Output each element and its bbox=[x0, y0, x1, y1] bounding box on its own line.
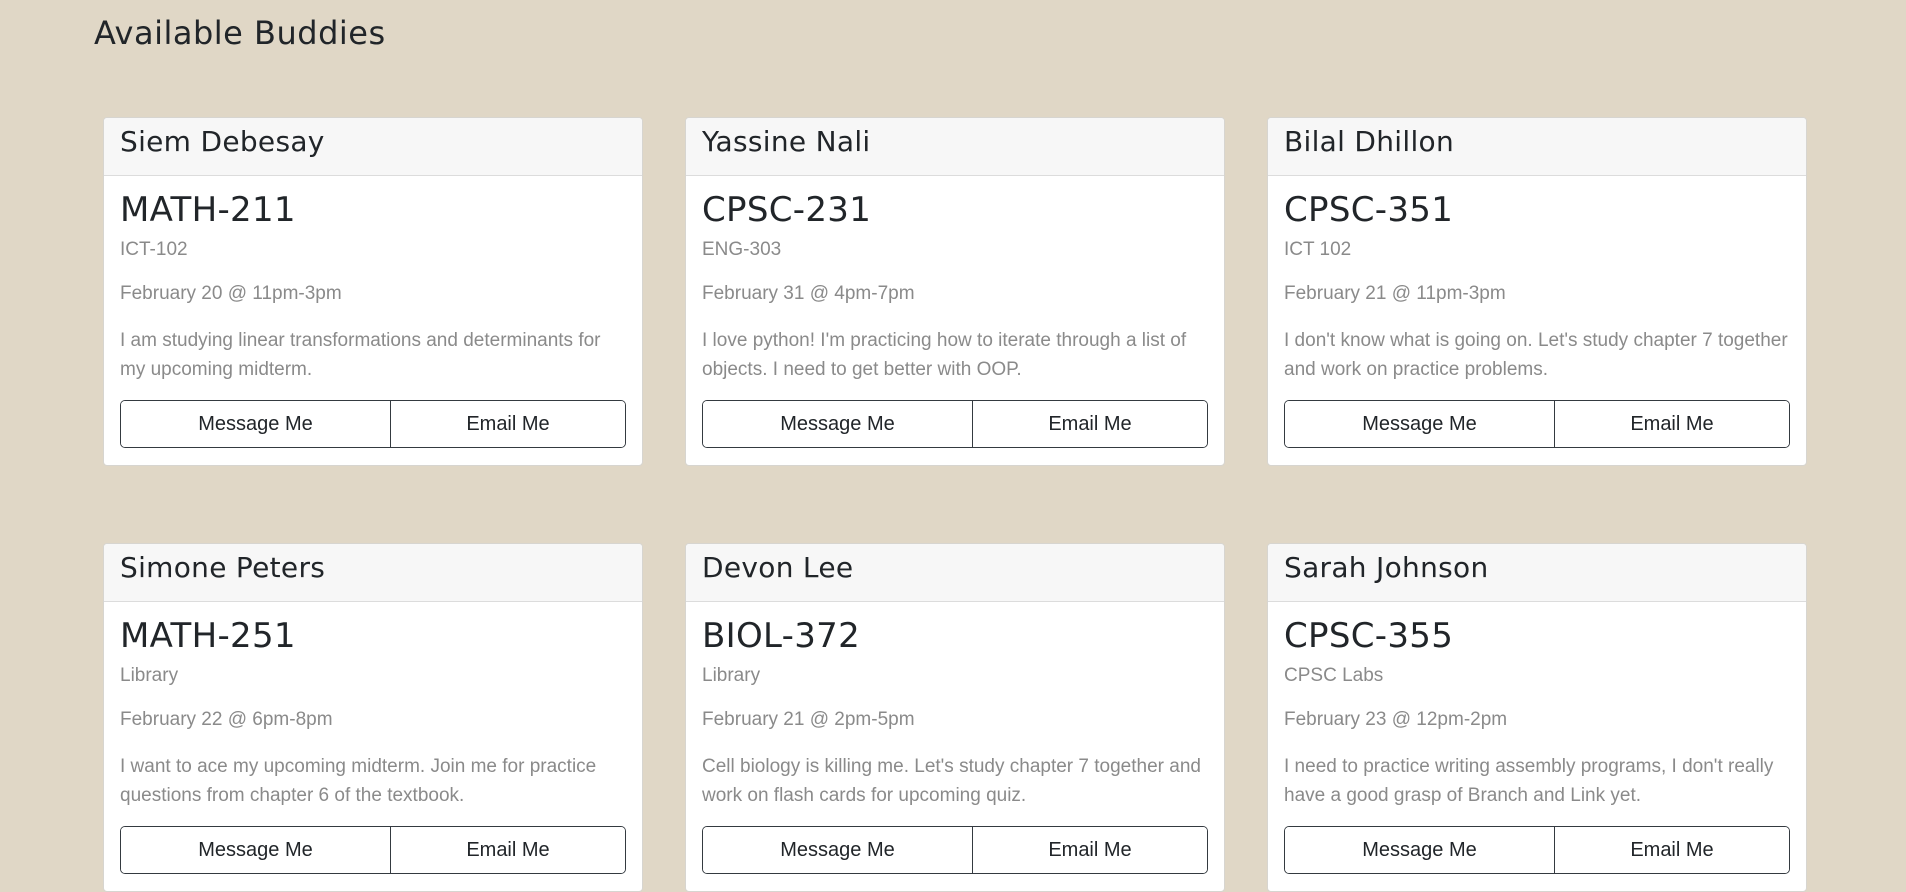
contact-button-group: Message Me Email Me bbox=[1284, 400, 1790, 448]
buddy-card: Yassine Nali CPSC-231 ENG-303 February 3… bbox=[685, 117, 1225, 466]
study-datetime: February 31 @ 4pm-7pm bbox=[702, 283, 915, 304]
study-datetime: February 22 @ 6pm-8pm bbox=[120, 709, 333, 730]
study-description: I don't know what is going on. Let's stu… bbox=[1284, 330, 1788, 380]
email-me-button[interactable]: Email Me bbox=[391, 827, 625, 873]
message-me-button[interactable]: Message Me bbox=[703, 827, 973, 873]
study-description: I am studying linear transformations and… bbox=[120, 330, 601, 380]
course-code: MATH-251 bbox=[120, 616, 296, 656]
buddy-card: Bilal Dhillon CPSC-351 ICT 102 February … bbox=[1267, 117, 1807, 466]
study-location: Library bbox=[702, 665, 761, 686]
card-body: MATH-251 Library February 22 @ 6pm-8pm I… bbox=[104, 602, 642, 891]
study-location: ENG-303 bbox=[702, 239, 782, 260]
card-body: MATH-211 ICT-102 February 20 @ 11pm-3pm … bbox=[104, 176, 642, 465]
course-code: BIOL-372 bbox=[702, 616, 861, 656]
message-me-button[interactable]: Message Me bbox=[1285, 401, 1555, 447]
study-description: I want to ace my upcoming midterm. Join … bbox=[120, 756, 597, 806]
email-me-button[interactable]: Email Me bbox=[973, 401, 1207, 447]
email-me-button[interactable]: Email Me bbox=[1555, 827, 1789, 873]
buddy-card: Simone Peters MATH-251 Library February … bbox=[103, 543, 643, 892]
contact-button-group: Message Me Email Me bbox=[120, 400, 626, 448]
card-body: CPSC-351 ICT 102 February 21 @ 11pm-3pm … bbox=[1268, 176, 1806, 465]
buddy-name: Siem Debesay bbox=[104, 118, 642, 176]
message-me-button[interactable]: Message Me bbox=[121, 401, 391, 447]
study-datetime: February 20 @ 11pm-3pm bbox=[120, 283, 342, 304]
card-body: BIOL-372 Library February 21 @ 2pm-5pm C… bbox=[686, 602, 1224, 891]
message-me-button[interactable]: Message Me bbox=[703, 401, 973, 447]
buddy-name: Devon Lee bbox=[686, 544, 1224, 602]
study-description: Cell biology is killing me. Let's study … bbox=[702, 756, 1201, 806]
card-body: CPSC-355 CPSC Labs February 23 @ 12pm-2p… bbox=[1268, 602, 1806, 891]
buddy-card: Siem Debesay MATH-211 ICT-102 February 2… bbox=[103, 117, 643, 466]
study-location: ICT-102 bbox=[120, 239, 188, 260]
course-code: CPSC-351 bbox=[1284, 190, 1454, 230]
buddy-card: Sarah Johnson CPSC-355 CPSC Labs Februar… bbox=[1267, 543, 1807, 892]
study-description: I need to practice writing assembly prog… bbox=[1284, 756, 1774, 806]
buddy-name: Simone Peters bbox=[104, 544, 642, 602]
email-me-button[interactable]: Email Me bbox=[973, 827, 1207, 873]
buddy-name: Bilal Dhillon bbox=[1268, 118, 1806, 176]
card-body: CPSC-231 ENG-303 February 31 @ 4pm-7pm I… bbox=[686, 176, 1224, 465]
study-location: CPSC Labs bbox=[1284, 665, 1384, 686]
study-datetime: February 21 @ 11pm-3pm bbox=[1284, 283, 1506, 304]
course-code: CPSC-355 bbox=[1284, 616, 1454, 656]
buddy-card: Devon Lee BIOL-372 Library February 21 @… bbox=[685, 543, 1225, 892]
message-me-button[interactable]: Message Me bbox=[121, 827, 391, 873]
email-me-button[interactable]: Email Me bbox=[1555, 401, 1789, 447]
contact-button-group: Message Me Email Me bbox=[702, 400, 1208, 448]
email-me-button[interactable]: Email Me bbox=[391, 401, 625, 447]
course-code: MATH-211 bbox=[120, 190, 296, 230]
study-description: I love python! I'm practicing how to ite… bbox=[702, 330, 1187, 380]
study-location: Library bbox=[120, 665, 179, 686]
study-location: ICT 102 bbox=[1284, 239, 1352, 260]
study-datetime: February 23 @ 12pm-2pm bbox=[1284, 709, 1508, 730]
contact-button-group: Message Me Email Me bbox=[1284, 826, 1790, 874]
study-datetime: February 21 @ 2pm-5pm bbox=[702, 709, 915, 730]
course-code: CPSC-231 bbox=[702, 190, 872, 230]
contact-button-group: Message Me Email Me bbox=[702, 826, 1208, 874]
buddy-name: Sarah Johnson bbox=[1268, 544, 1806, 602]
contact-button-group: Message Me Email Me bbox=[120, 826, 626, 874]
buddy-cards-grid: Siem Debesay MATH-211 ICT-102 February 2… bbox=[103, 117, 1807, 892]
buddy-name: Yassine Nali bbox=[686, 118, 1224, 176]
message-me-button[interactable]: Message Me bbox=[1285, 827, 1555, 873]
page-title: Available Buddies bbox=[94, 14, 386, 52]
